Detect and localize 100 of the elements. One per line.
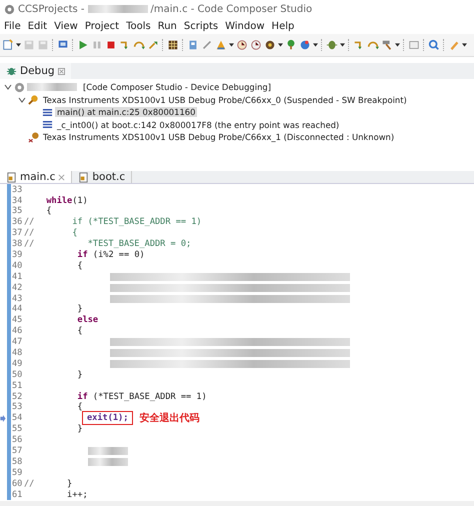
menu-item[interactable]: Edit	[28, 20, 48, 32]
line-number: 40	[11, 260, 24, 271]
line-number: 42	[11, 282, 24, 293]
editor-tab[interactable]: boot.c	[72, 171, 132, 184]
line-number: 46	[11, 326, 24, 336]
menu-item[interactable]: Run	[158, 20, 177, 32]
clock-icon[interactable]	[236, 39, 248, 51]
caret-icon[interactable]	[462, 43, 467, 47]
panel-icon[interactable]	[408, 39, 420, 51]
caret-icon[interactable]	[278, 43, 283, 47]
line-number: 56	[11, 435, 24, 446]
code-text: {	[76, 402, 83, 412]
line-number: 51	[11, 380, 24, 391]
line-number: 33	[11, 184, 24, 195]
line-number: 52	[11, 392, 24, 402]
code-keyword: else	[76, 315, 98, 326]
menu-item[interactable]: Scripts	[184, 20, 218, 32]
stepover-icon[interactable]	[367, 39, 379, 51]
line-number: 57	[11, 446, 24, 456]
menu-item[interactable]: View	[54, 20, 78, 32]
code-text: {	[76, 326, 83, 336]
line-number: 55	[11, 424, 24, 434]
warn-icon[interactable]	[215, 39, 227, 51]
hammer-icon[interactable]	[381, 39, 393, 51]
close-icon[interactable]	[58, 174, 66, 181]
tree-item[interactable]: _c_int00() at boot.c:142 0x800017F8 (the entry point was reached)	[55, 120, 342, 130]
line-number: 53	[11, 402, 24, 412]
highlighted-code: exit(1);	[82, 411, 134, 426]
line-number: 50	[11, 370, 24, 380]
menu-item[interactable]: Tools	[126, 20, 151, 32]
line-number: 60	[11, 478, 24, 489]
stepover-icon[interactable]	[133, 39, 145, 51]
redacted-text	[27, 83, 77, 92]
ball-icon[interactable]	[299, 39, 311, 51]
line-number: 36	[11, 217, 24, 228]
close-icon[interactable]	[58, 68, 65, 74]
tree-item[interactable]: Texas Instruments XDS100v1 USB Debug Probe/C66xx_1 (Disconnected : Unknown)	[41, 132, 396, 142]
code-text: }	[76, 304, 83, 314]
grid-icon[interactable]	[167, 39, 179, 51]
caret-icon[interactable]	[313, 43, 318, 47]
annotation-text: 安全退出代码	[139, 411, 200, 426]
caret-icon[interactable]	[229, 43, 234, 47]
app-icon	[4, 4, 15, 14]
redacted-text	[88, 458, 128, 466]
stepout-icon[interactable]	[147, 39, 159, 51]
line-number: 43	[11, 294, 24, 304]
new-icon[interactable]	[2, 39, 14, 51]
code-text: }	[76, 370, 83, 380]
menu-item[interactable]: Help	[272, 20, 294, 32]
view-tab[interactable]: Debug	[0, 63, 71, 79]
gear-icon[interactable]	[264, 39, 276, 51]
stack-frame-icon	[42, 106, 53, 118]
menu-item[interactable]: Project	[84, 20, 120, 32]
caret-icon[interactable]	[395, 43, 400, 47]
menu-item[interactable]: File	[4, 20, 21, 32]
code-text: (i%2 == 0)	[92, 250, 145, 260]
line-number: 39	[11, 250, 24, 260]
line-number: 47	[11, 337, 24, 348]
line-number: 44	[11, 304, 24, 314]
stop-icon[interactable]	[105, 39, 117, 51]
comment-marker: //	[24, 228, 34, 238]
code-text: }	[76, 424, 83, 434]
line-number: 45	[11, 315, 24, 326]
probe-icon	[28, 94, 39, 106]
line-number: 54	[11, 413, 24, 424]
search-icon[interactable]	[428, 39, 440, 51]
line-number: 48	[11, 348, 24, 358]
tree-icon[interactable]	[285, 39, 297, 51]
code-text: (1)	[72, 196, 88, 206]
commented-code: if (*TEST_BASE_ADDR == 1)	[71, 217, 202, 228]
bug-icon[interactable]	[326, 39, 338, 51]
tree-item[interactable]: [Code Composer Studio - Device Debugging]	[81, 82, 273, 92]
code-text: i++;	[66, 490, 88, 500]
stack-frame-icon	[42, 119, 53, 130]
disconnected-probe-icon	[28, 132, 39, 143]
bug-icon	[6, 66, 17, 76]
commented-code: {	[71, 228, 78, 238]
line-number: 35	[11, 206, 24, 216]
line-number: 34	[11, 196, 24, 206]
code-keyword: if	[76, 392, 88, 402]
tree-item[interactable]: Texas Instruments XDS100v1 USB Debug Probe/C66xx_0 (Suspended - SW Breakpoint)	[41, 94, 409, 105]
tree-item[interactable]: main() at main.c:25 0x80001160	[55, 107, 198, 118]
line-number: 59	[11, 468, 24, 478]
file-icon	[6, 172, 17, 183]
redacted-text	[88, 446, 128, 455]
play-icon[interactable]	[77, 39, 89, 51]
line-number: 37	[11, 228, 24, 238]
redacted-text	[88, 5, 148, 13]
code-text: {	[76, 260, 83, 271]
caret-icon[interactable]	[340, 43, 345, 47]
menu-item[interactable]: Window	[225, 20, 265, 32]
line-number: 58	[11, 456, 24, 467]
window-title: /main.c - Code Composer Studio	[150, 4, 312, 14]
code-text: }	[66, 478, 72, 489]
line-number: 49	[11, 358, 24, 369]
caret-icon[interactable]	[16, 43, 21, 47]
file-icon	[78, 172, 90, 183]
window-title: CCSProjects -	[18, 4, 85, 14]
code-text: (*TEST_BASE_ADDR == 1)	[92, 392, 207, 402]
editor-tab[interactable]: main.c	[0, 171, 72, 184]
